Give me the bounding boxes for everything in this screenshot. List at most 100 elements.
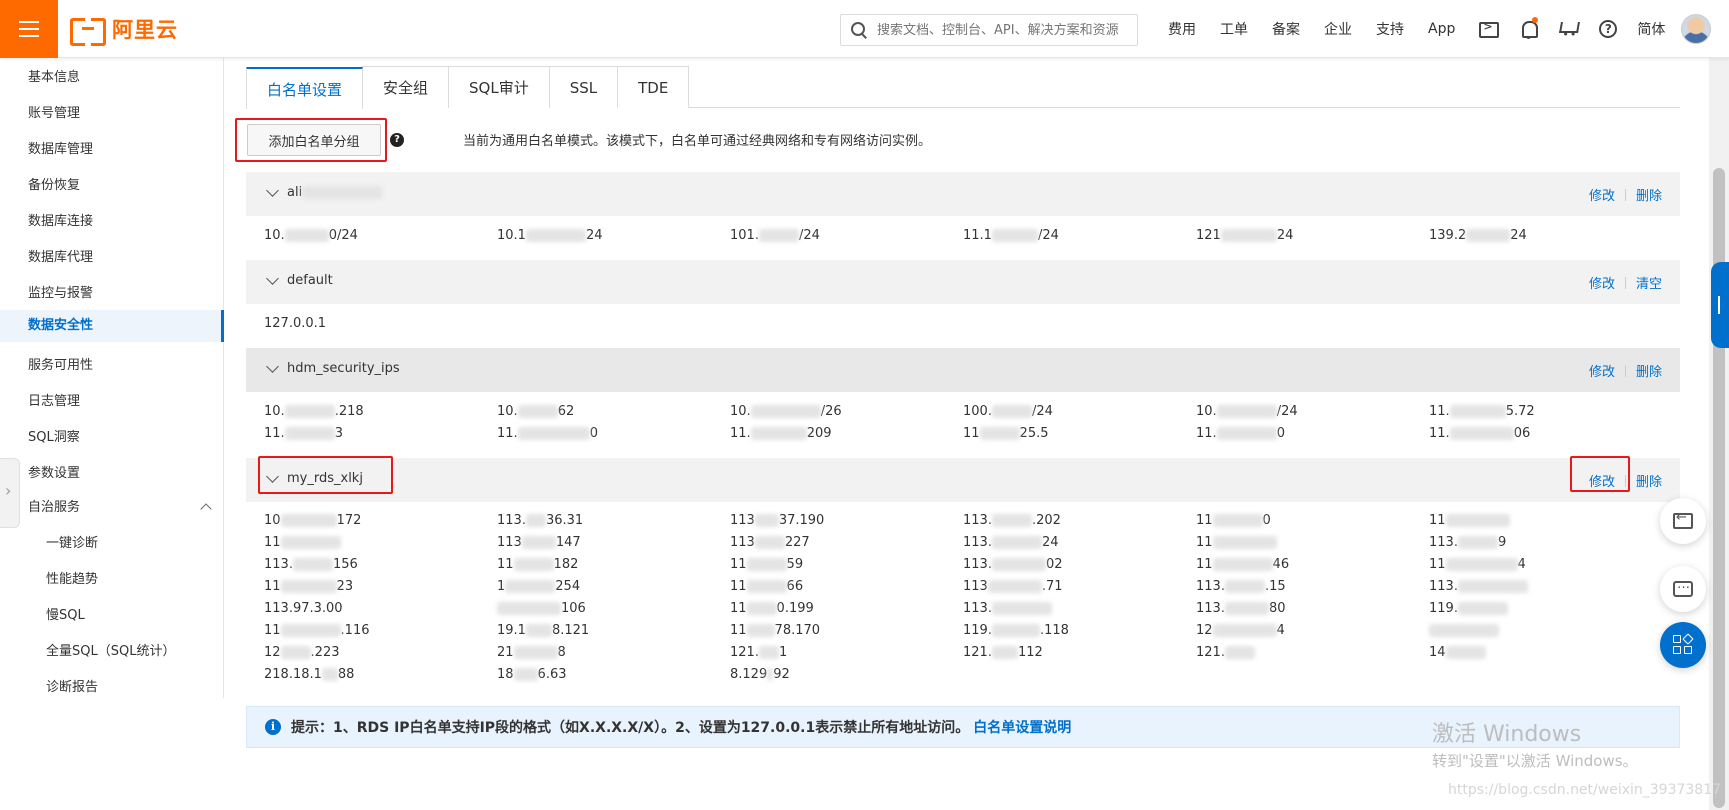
apps-button[interactable] (1660, 622, 1706, 668)
ip-entry: 11 4 (1429, 557, 1526, 572)
sidebar-subitem-diagnose[interactable]: 一键诊断 (0, 528, 224, 560)
nav-support[interactable]: 支持 (1376, 19, 1404, 39)
search-box[interactable] (840, 14, 1138, 46)
ip-entry: 101./24 (730, 228, 820, 243)
windows-activation-watermark: 激活 Windows 转到"设置"以激活 Windows。 (1432, 716, 1638, 771)
sidebar-item-monitoring[interactable]: 监控与报警 (0, 278, 224, 310)
feedback-button[interactable] (1660, 566, 1706, 612)
sidebar-item-databases[interactable]: 数据库管理 (0, 134, 224, 166)
edit-link[interactable]: 修改 (1589, 273, 1615, 292)
sidebar-subitem-slow-sql[interactable]: 慢SQL (0, 600, 224, 632)
ip-entry: 11 0 (1196, 513, 1271, 528)
search-input[interactable] (877, 22, 1127, 38)
back-to-old-version-button[interactable] (1660, 498, 1706, 544)
edit-link[interactable]: 修改 (1589, 361, 1615, 380)
chevron-down-icon[interactable] (266, 184, 279, 197)
sidebar-subitem-full-sql[interactable]: 全量SQL（SQL统计） (0, 636, 224, 668)
search-icon[interactable] (851, 22, 867, 38)
ip-entry: 100./24 (963, 404, 1053, 419)
apps-grid-icon (1673, 633, 1694, 655)
ip-entry: 11 (264, 535, 341, 550)
nav-icp[interactable]: 备案 (1272, 19, 1300, 39)
sidebar-item-connection[interactable]: 数据库连接 (0, 206, 224, 238)
ip-entry: 218.18.1 88 (264, 667, 355, 682)
avatar[interactable] (1681, 14, 1712, 44)
edit-link[interactable]: 修改 (1589, 471, 1615, 490)
sidebar-subitem-trends[interactable]: 性能趋势 (0, 564, 224, 596)
bell-icon[interactable] (1519, 17, 1539, 39)
brand-name: 阿里云 (112, 18, 178, 42)
ip-entry: 11 59 (730, 557, 804, 572)
top-bar: 阿里云 费用 工单 备案 企业 支持 App ? 简体 (0, 0, 1729, 58)
add-whitelist-group-button[interactable]: 添加白名单分组 (247, 124, 381, 156)
sidebar-item-autonomy[interactable]: 自治服务 (0, 492, 224, 524)
delete-link[interactable]: 删除 (1636, 471, 1662, 490)
ip-entry: 19.1 8.121 (497, 623, 590, 638)
watermark-title: 激活 Windows (1432, 722, 1582, 747)
ip-entry: 10./26 (730, 404, 842, 419)
ip-entry: 11 182 (497, 557, 579, 572)
ip-entry: 113. (963, 601, 1052, 616)
tab-whitelist[interactable]: 白名单设置 (246, 67, 364, 109)
group-actions: 修改 删除 (1589, 185, 1662, 204)
ip-entry: 12 4 (1196, 623, 1285, 638)
clear-link[interactable]: 清空 (1636, 273, 1662, 292)
whitelist-help-link[interactable]: 白名单设置说明 (973, 717, 1071, 737)
tab-ssl[interactable]: SSL (548, 66, 619, 108)
group-name: my_rds_xlkj (287, 471, 363, 486)
sidebar-subitem-report[interactable]: 诊断报告 (0, 672, 224, 704)
nav-app[interactable]: App (1428, 21, 1455, 37)
language-switch[interactable]: 简体 (1637, 19, 1665, 39)
sidebar-collapse-handle[interactable] (0, 458, 20, 528)
tab-tde[interactable]: TDE (617, 66, 690, 108)
ip-entry: 119. (1429, 601, 1508, 616)
sidebar-item-parameters[interactable]: 参数设置 (0, 458, 224, 490)
ip-entry: 113. 156 (264, 557, 358, 572)
sidebar-item-backup[interactable]: 备份恢复 (0, 170, 224, 202)
edit-link[interactable]: 修改 (1589, 185, 1615, 204)
help-tooltip-icon[interactable]: ? (390, 133, 404, 147)
ip-entry: 18 6.63 (497, 667, 567, 682)
nav-enterprise[interactable]: 企业 (1324, 19, 1352, 39)
ip-entry: 11. 0 (497, 426, 598, 441)
console-icon[interactable] (1479, 20, 1500, 38)
sidebar-item-accounts[interactable]: 账号管理 (0, 98, 224, 130)
cart-icon[interactable] (1559, 19, 1579, 41)
nav-billing[interactable]: 费用 (1168, 19, 1196, 39)
sidebar-item-logs[interactable]: 日志管理 (0, 386, 224, 418)
sidebar-item-basic-info[interactable]: 基本信息 (0, 62, 224, 94)
separator (1624, 276, 1626, 289)
hamburger-menu-icon[interactable] (0, 0, 58, 58)
ip-entry: 121. 112 (963, 645, 1043, 660)
chevron-down-icon[interactable] (266, 470, 279, 483)
chevron-down-icon[interactable] (266, 272, 279, 285)
delete-link[interactable]: 删除 (1636, 185, 1662, 204)
top-nav: 费用 工单 备案 企业 支持 App ? 简体 (1168, 0, 1712, 58)
help-icon[interactable]: ? (1599, 20, 1618, 38)
ip-entry: 11. 5.72 (1429, 404, 1535, 419)
sidebar-item-proxy[interactable]: 数据库代理 (0, 242, 224, 274)
chevron-down-icon[interactable] (266, 360, 279, 373)
scrollbar[interactable] (1709, 58, 1729, 810)
ip-entry: 113. 24 (963, 535, 1059, 550)
tab-security-group[interactable]: 安全组 (362, 66, 450, 108)
tab-sql-audit[interactable]: SQL审计 (448, 66, 550, 108)
delete-link[interactable]: 删除 (1636, 361, 1662, 380)
ip-entry: 121. (1196, 645, 1255, 660)
ip-entry: 113. 02 (963, 557, 1063, 572)
sidebar-item-availability[interactable]: 服务可用性 (0, 350, 224, 382)
ip-entry: 1 254 (497, 579, 581, 594)
sidebar-item-security[interactable]: 数据安全性 (0, 310, 224, 342)
nav-ticket[interactable]: 工单 (1220, 19, 1248, 39)
group-name: ali (287, 185, 383, 200)
sidebar-item-sql-insight[interactable]: SQL洞察 (0, 422, 224, 454)
ip-entry: 113. (1429, 579, 1528, 594)
side-panel-handle[interactable] (1711, 262, 1729, 348)
whitelist-group-header: my_rds_xlkj 修改 删除 (246, 458, 1680, 502)
chat-icon (1673, 577, 1693, 597)
ip-entry: 11. 209 (730, 426, 832, 441)
ip-entry: 11 25.5 (963, 426, 1049, 441)
aliyun-logo[interactable]: 阿里云 (70, 14, 178, 46)
ip-entry (1429, 623, 1499, 638)
ip-entry: 14 (1429, 645, 1486, 660)
